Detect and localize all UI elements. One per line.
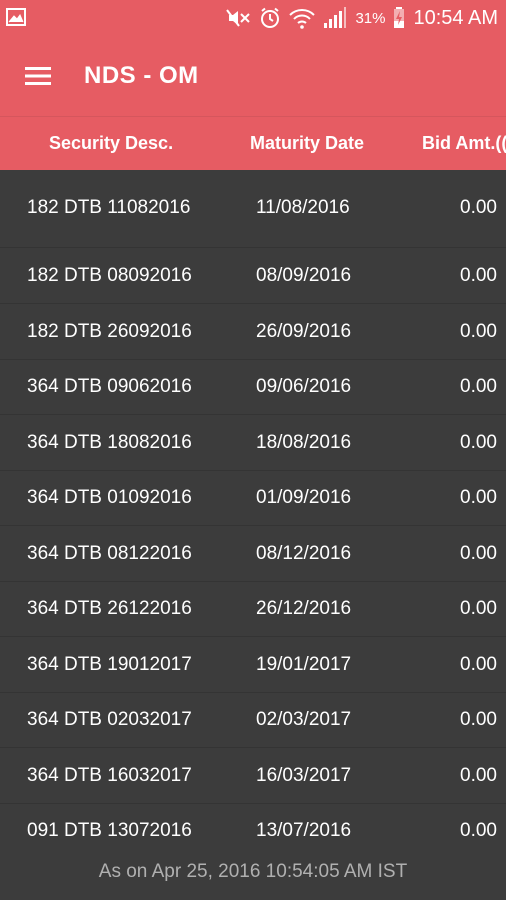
security-desc: 364 DTB 01092016 [27,487,192,508]
maturity-date: 11/08/2016 [256,197,350,218]
maturity-date: 08/12/2016 [256,542,352,564]
table-row[interactable]: 364 DTB 08122016 08/12/2016 0.00 [0,526,506,582]
status-icons: 31% 10:54 AM [225,0,498,36]
maturity-date: 26/09/2016 [256,320,352,342]
clock: 10:54 AM [413,6,498,29]
table-row[interactable]: 091 DTB 13072016 13/07/2016 0.00 [0,803,506,849]
security-desc: 364 DTB 19012017 [27,653,192,675]
security-desc: 364 DTB 26122016 [27,598,192,619]
security-desc: 182 DTB 26092016 [27,320,192,342]
maturity-date: 19/01/2017 [256,653,352,675]
bid-amount: 0.00 [460,431,497,453]
table-row[interactable]: 364 DTB 01092016 01/09/2016 0.00 [0,470,506,526]
bid-amount: 0.00 [460,197,497,218]
maturity-date: 13/07/2016 [256,820,352,841]
maturity-date: 08/09/2016 [256,265,352,286]
battery-percent: 31% [355,9,386,27]
alarm-icon [259,7,281,29]
maturity-date: 26/12/2016 [256,598,352,619]
header-bid-amount: Bid Amt.(( [422,133,506,153]
bid-amount: 0.00 [460,320,497,342]
bid-amount: 0.00 [460,376,497,397]
battery-charging-icon [393,7,405,29]
header-maturity-date: Maturity Date [250,133,365,153]
table-header: Security Desc. Maturity Date Bid Amt.(( [0,116,506,170]
security-desc: 182 DTB 08092016 [27,265,192,286]
table-row[interactable]: 364 DTB 26122016 26/12/2016 0.00 [0,581,506,637]
maturity-date: 18/08/2016 [256,431,352,453]
bid-amount: 0.00 [460,653,497,675]
maturity-date: 16/03/2017 [256,764,352,786]
image-notification-icon [6,8,26,26]
maturity-date: 01/09/2016 [256,487,352,508]
maturity-date: 09/06/2016 [256,376,352,397]
page-title: NDS - OM [84,62,199,89]
table-row[interactable]: 364 DTB 16032017 16/03/2017 0.00 [0,748,506,804]
security-desc: 364 DTB 08122016 [27,542,192,564]
bid-amount: 0.00 [460,542,497,564]
bid-amount: 0.00 [460,487,497,508]
status-bar: 31% 10:54 AM [0,0,506,36]
wifi-icon [289,7,316,29]
mute-icon [225,8,251,28]
table-row[interactable]: 182 DTB 26092016 26/09/2016 0.00 [0,304,506,360]
bid-amount: 0.00 [460,709,497,730]
table-row[interactable]: 364 DTB 09062016 09/06/2016 0.00 [0,359,506,415]
last-updated-timestamp: As on Apr 25, 2016 10:54:05 AM IST [98,861,408,882]
table-row[interactable]: 182 DTB 08092016 08/09/2016 0.00 [0,248,506,304]
security-desc: 364 DTB 02032017 [27,709,192,730]
table-row[interactable]: 364 DTB 18082016 18/08/2016 0.00 [0,415,506,471]
securities-list[interactable]: 182 DTB 11082016 11/08/2016 0.00 182 DTB… [0,169,506,849]
security-desc: 364 DTB 16032017 [27,764,192,786]
app-toolbar: NDS - OM [0,36,506,116]
security-desc: 364 DTB 09062016 [27,376,192,397]
bid-amount: 0.00 [460,764,497,786]
hamburger-menu-icon[interactable] [18,56,58,96]
security-desc: 182 DTB 11082016 [27,197,191,218]
maturity-date: 02/03/2017 [256,709,352,730]
header-security-desc: Security Desc. [49,133,174,153]
bid-amount: 0.00 [460,598,497,619]
bid-amount: 0.00 [460,265,497,286]
table-row[interactable]: 364 DTB 19012017 19/01/2017 0.00 [0,637,506,693]
table-row[interactable]: 364 DTB 02032017 02/03/2017 0.00 [0,692,506,748]
table-row[interactable]: 182 DTB 11082016 11/08/2016 0.00 [0,169,506,248]
bid-amount: 0.00 [460,820,497,841]
security-desc: 364 DTB 18082016 [27,431,192,453]
security-desc: 091 DTB 13072016 [27,820,192,841]
signal-icon [323,7,347,29]
